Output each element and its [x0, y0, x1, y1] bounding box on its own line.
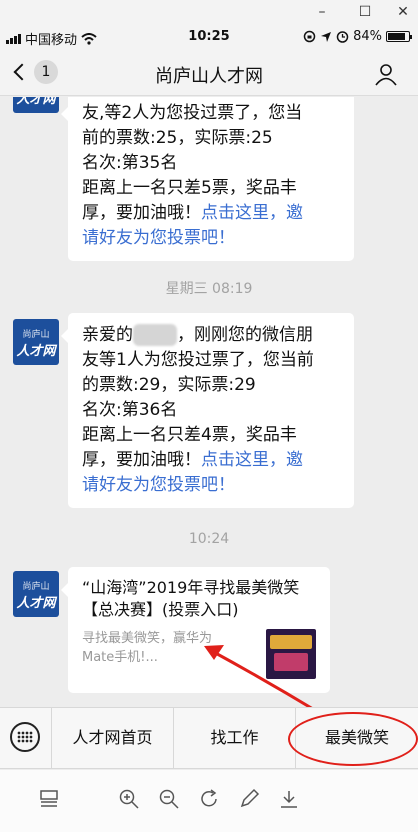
message-line: 友等1人为您投过票了，您当前 — [82, 350, 314, 370]
avatar[interactable]: 尚庐山 人才网 — [13, 319, 59, 365]
message-line: 友,等2人为您投过票了，您当 — [82, 103, 303, 123]
status-icons: 84% — [303, 29, 412, 44]
message-bubble[interactable]: 友,等2人为您投过票了，您当 前的票数:25，实际票:25 名次:第35名 距离… — [61, 97, 354, 261]
profile-icon[interactable] — [374, 62, 398, 86]
pen-icon[interactable] — [238, 788, 260, 810]
highlight-ring — [288, 712, 418, 766]
card-title: “山海湾”2019年寻找最美微笑【总决赛】(投票入口) — [82, 578, 300, 619]
rotate-icon[interactable] — [198, 788, 220, 810]
maximize-button[interactable]: ☐ — [355, 2, 375, 22]
layout-icon[interactable] — [38, 788, 60, 810]
card-description: 寻找最美微笑，赢华为Mate手机!... — [82, 631, 213, 665]
message-text: 厚，要加油哦！ — [82, 450, 201, 470]
message-line: 前的票数:25，实际票:25 — [82, 128, 273, 148]
message-bubble[interactable]: 亲爱的 ，刚刚您的微信朋 友等1人为您投过票了，您当前 的票数:29，实际票:29… — [61, 313, 354, 508]
message-line: 亲爱的 ，刚刚您的微信朋 — [82, 323, 340, 348]
page-title: 尚庐山人才网 — [155, 66, 263, 87]
message-text: 厚，要加油哦！ — [82, 203, 201, 223]
window-bar: – ☐ ✕ — [0, 0, 418, 24]
chat-area[interactable]: 尚庐山 人才网 友,等2人为您投过票了，您当 前的票数:25，实际票:25 名次… — [0, 97, 418, 707]
invite-link-cont[interactable]: 请好友为您投票吧！ — [82, 226, 340, 251]
alarm-icon — [336, 31, 349, 43]
avatar-bottom-text: 人才网 — [16, 344, 56, 359]
message-line: 距离上一名只差4票，奖品丰 — [82, 425, 297, 445]
avatar[interactable]: 尚庐山 人才网 — [13, 571, 59, 617]
minimize-button[interactable]: – — [312, 2, 332, 22]
message-line: 厚，要加油哦！点击这里，邀 — [82, 448, 340, 473]
card-thumbnail — [266, 629, 316, 679]
menu-item-home[interactable]: 人才网首页 — [52, 708, 174, 768]
battery-icon — [386, 31, 412, 42]
message-line: 名次:第35名 — [82, 153, 178, 173]
message-line: 厚，要加油哦！点击这里，邀 — [82, 201, 340, 226]
message-line: 的票数:29，实际票:29 — [82, 375, 256, 395]
avatar-bottom-text: 人才网 — [16, 596, 56, 611]
avatar[interactable]: 尚庐山 人才网 — [13, 97, 59, 113]
menu-item-jobs[interactable]: 找工作 — [174, 708, 296, 768]
message-text: 亲爱的 — [82, 325, 133, 345]
keyboard-toggle[interactable] — [0, 708, 52, 768]
timestamp: 10:24 — [188, 531, 230, 547]
toolbar — [0, 770, 418, 832]
link-card[interactable]: “山海湾”2019年寻找最美微笑【总决赛】(投票入口) 寻找最美微笑，赢华为Ma… — [61, 567, 330, 693]
download-icon[interactable] — [278, 788, 300, 810]
invite-link[interactable]: 点击这里，邀 — [201, 203, 303, 223]
zoom-out-icon[interactable] — [158, 788, 180, 810]
thumb-graphic — [274, 653, 308, 671]
thumb-banner — [270, 635, 312, 649]
message-text: ，刚刚您的微信朋 — [177, 325, 313, 345]
nav-bar: 1 尚庐山人才网 — [0, 50, 418, 96]
message-line: 名次:第36名 — [82, 400, 178, 420]
timestamp: 星期三 08:19 — [165, 281, 253, 297]
invite-link-cont[interactable]: 请好友为您投票吧！ — [82, 473, 340, 498]
avatar-bottom-text: 人才网 — [16, 97, 56, 107]
rotation-lock-icon — [303, 30, 316, 43]
battery-fill — [388, 33, 405, 40]
battery-percent: 84% — [353, 29, 382, 44]
zoom-in-icon[interactable] — [118, 788, 140, 810]
close-button[interactable]: ✕ — [393, 2, 413, 22]
keyboard-grid — [17, 731, 33, 743]
status-bar: 中国移动 10:25 84% — [0, 24, 418, 50]
avatar-top-text: 尚庐山 — [22, 330, 50, 340]
blurred-name — [133, 324, 177, 346]
message-line: 距离上一名只差5票，奖品丰 — [82, 178, 297, 198]
invite-link[interactable]: 点击这里，邀 — [201, 450, 303, 470]
location-icon — [321, 31, 332, 42]
avatar-top-text: 尚庐山 — [22, 582, 50, 592]
